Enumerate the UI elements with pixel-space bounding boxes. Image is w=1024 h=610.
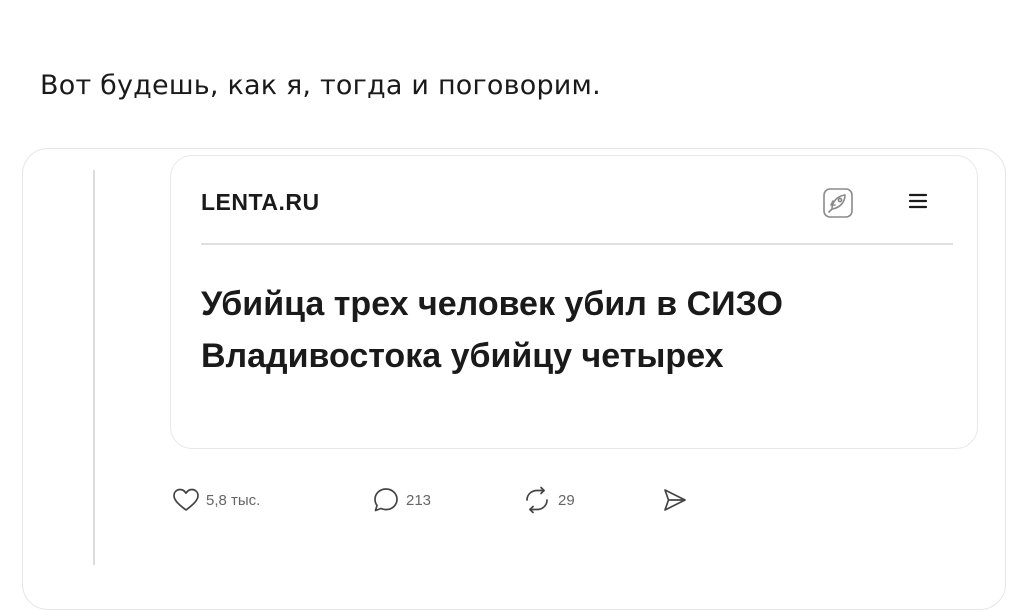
send-icon (662, 487, 688, 513)
comment-icon (372, 486, 400, 514)
article-headline[interactable]: Убийца трех человек убил в СИЗО Владивос… (201, 278, 901, 382)
action-bar: 5,8 тыс. 213 29 (172, 482, 732, 518)
reply-button[interactable]: 213 (372, 482, 431, 518)
post-caption: Вот будешь, как я, тогда и поговорим. (40, 70, 601, 101)
repost-icon (522, 486, 552, 514)
reply-count: 213 (406, 491, 432, 509)
repost-count: 29 (558, 491, 575, 509)
site-logo[interactable]: LENTA.RU (201, 189, 320, 216)
thread-line (93, 170, 95, 565)
like-button[interactable]: 5,8 тыс. (172, 482, 260, 518)
link-preview-card[interactable]: LENTA.RU Убийца трех человек убил в СИЗО… (170, 155, 978, 449)
menu-icon[interactable] (906, 189, 930, 213)
rocket-icon[interactable] (821, 186, 855, 220)
preview-divider (201, 243, 953, 245)
send-button[interactable] (662, 482, 688, 518)
heart-icon (172, 487, 200, 513)
like-count: 5,8 тыс. (206, 491, 261, 509)
repost-button[interactable]: 29 (522, 482, 575, 518)
